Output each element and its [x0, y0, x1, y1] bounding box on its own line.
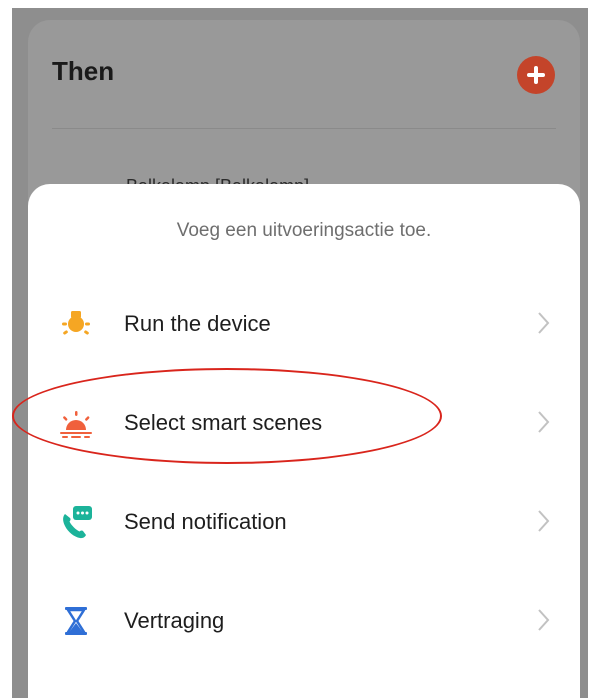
action-send-notification[interactable]: Send notification [28, 472, 580, 570]
bulb-icon [56, 304, 96, 344]
hourglass-icon [56, 601, 96, 641]
action-label: Send notification [124, 509, 287, 534]
sheet-title: Voeg een uitvoeringsactie toe. [176, 220, 432, 241]
section-divider [52, 128, 556, 129]
add-action-button[interactable] [517, 56, 555, 94]
action-delay[interactable]: Vertraging [28, 571, 580, 669]
chevron-right-icon [536, 606, 552, 634]
phone-message-icon [56, 502, 96, 542]
section-title: Then [52, 56, 115, 86]
frame-edge-left [0, 0, 12, 698]
action-label: Vertraging [124, 608, 225, 633]
action-run-device[interactable]: Run the device [28, 274, 580, 372]
chevron-right-icon [536, 309, 552, 337]
frame-edge-right [588, 0, 596, 698]
action-label: Run the device [124, 311, 271, 336]
chevron-right-icon [536, 408, 552, 436]
annotation-highlight-ellipse [12, 368, 442, 464]
chevron-right-icon [536, 507, 552, 535]
frame-edge-top [0, 0, 596, 8]
